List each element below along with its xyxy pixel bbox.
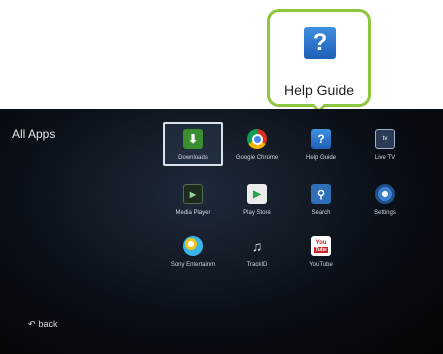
app-label: Live TV <box>374 155 396 161</box>
app-downloads[interactable]: ⬇ Downloads <box>163 122 223 169</box>
app-label: YouTube <box>309 262 333 268</box>
callout-label: Help Guide <box>283 82 355 98</box>
back-arrow-icon: ↶ <box>28 319 36 329</box>
search-icon: ⚲ <box>311 184 331 204</box>
media-player-icon: ▶ <box>183 184 203 204</box>
app-media-player[interactable]: ▶ Media Player <box>163 184 223 224</box>
page-title: All Apps <box>12 127 56 141</box>
app-label: Settings <box>374 210 396 216</box>
app-youtube[interactable]: You Tube YouTube <box>291 236 351 276</box>
tv-icon: tv <box>375 129 395 149</box>
app-play-store[interactable]: ▶ Play Store <box>227 184 287 224</box>
settings-icon <box>375 184 395 204</box>
app-trackid[interactable]: ♫ TrackID <box>227 236 287 276</box>
tv-screen: All Apps ⬇ Downloads Google Chrome ? Hel… <box>0 109 443 354</box>
app-search[interactable]: ⚲ Search <box>291 184 351 224</box>
app-sony-entertainment[interactable]: Sony Entertainm <box>163 236 223 276</box>
app-help-guide[interactable]: ? Help Guide <box>291 129 351 169</box>
app-settings[interactable]: Settings <box>355 184 415 224</box>
download-icon: ⬇ <box>183 129 203 149</box>
sony-entertainment-icon <box>183 236 203 256</box>
back-label: back <box>38 319 58 329</box>
help-guide-callout: ? Help Guide <box>267 9 371 107</box>
app-live-tv[interactable]: tv Live TV <box>355 129 415 169</box>
question-mark-icon: ? <box>311 129 331 149</box>
youtube-icon: You Tube <box>311 236 331 256</box>
back-button[interactable]: ↶ back <box>28 319 58 330</box>
trackid-icon: ♫ <box>251 238 263 254</box>
play-store-icon: ▶ <box>247 184 267 204</box>
app-google-chrome[interactable]: Google Chrome <box>227 129 287 169</box>
chrome-icon <box>247 129 267 149</box>
question-mark-icon: ? <box>304 27 336 59</box>
